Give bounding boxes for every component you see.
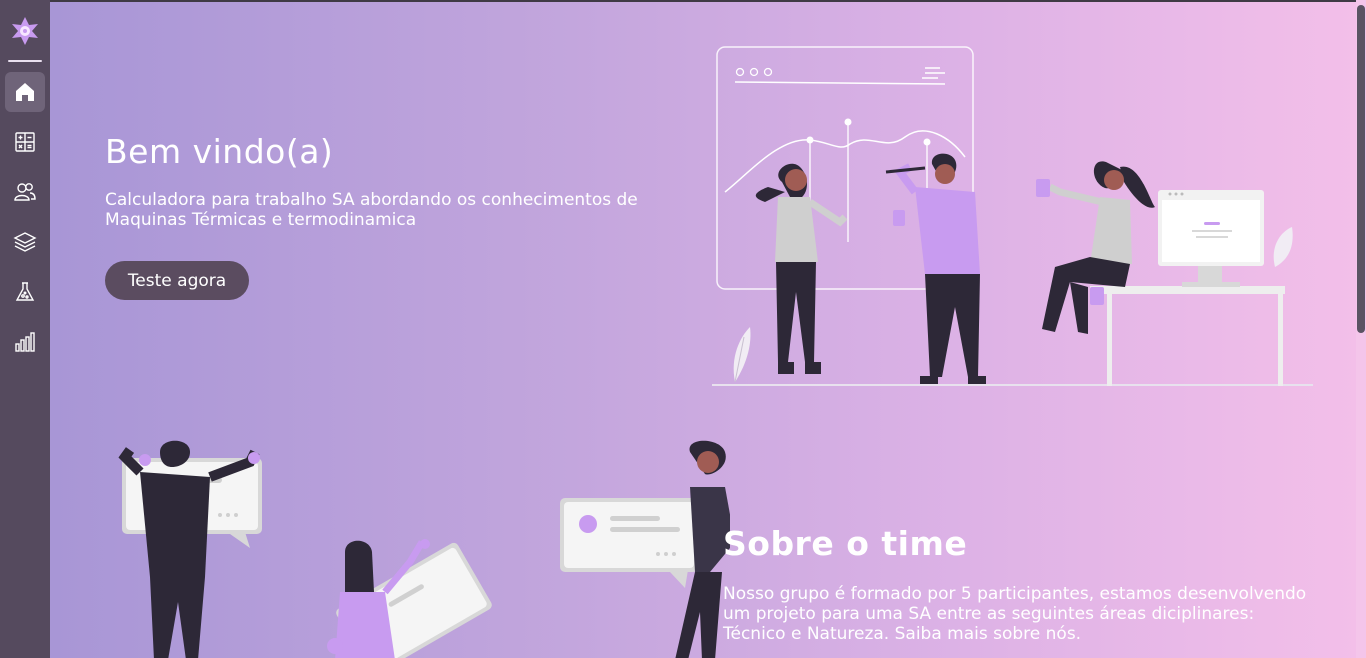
main-content: Bem vindo(a) Calculadora para trabalho S… bbox=[50, 2, 1356, 658]
flask-icon bbox=[15, 282, 35, 301]
hero-description: Calculadora para trabalho SA abordando o… bbox=[105, 190, 638, 230]
sidebar-item-calculator[interactable] bbox=[5, 122, 45, 162]
sidebar bbox=[0, 0, 50, 658]
sidebar-item-team[interactable] bbox=[5, 172, 45, 212]
app-logo[interactable] bbox=[8, 14, 42, 48]
calculator-icon bbox=[15, 132, 35, 152]
scrollbar-track[interactable] bbox=[1356, 0, 1366, 658]
hero-illustration bbox=[712, 46, 1313, 386]
layers-icon bbox=[13, 232, 37, 252]
sidebar-item-charts[interactable] bbox=[5, 322, 45, 362]
sidebar-divider bbox=[8, 60, 42, 62]
try-now-button[interactable]: Teste agora bbox=[105, 261, 249, 300]
hero-title: Bem vindo(a) bbox=[105, 132, 334, 171]
team-illustration bbox=[118, 440, 730, 658]
scrollbar-thumb[interactable] bbox=[1357, 5, 1365, 333]
about-description: Nosso grupo é formado por 5 participante… bbox=[723, 584, 1307, 644]
about-title: Sobre o time bbox=[723, 524, 968, 563]
sidebar-item-lab[interactable] bbox=[5, 272, 45, 312]
home-icon bbox=[16, 83, 34, 101]
sidebar-item-home[interactable] bbox=[5, 72, 45, 112]
star-logo-icon bbox=[12, 17, 38, 45]
sidebar-item-layers[interactable] bbox=[5, 222, 45, 262]
bar-chart-icon bbox=[15, 332, 35, 352]
users-icon bbox=[14, 183, 36, 201]
